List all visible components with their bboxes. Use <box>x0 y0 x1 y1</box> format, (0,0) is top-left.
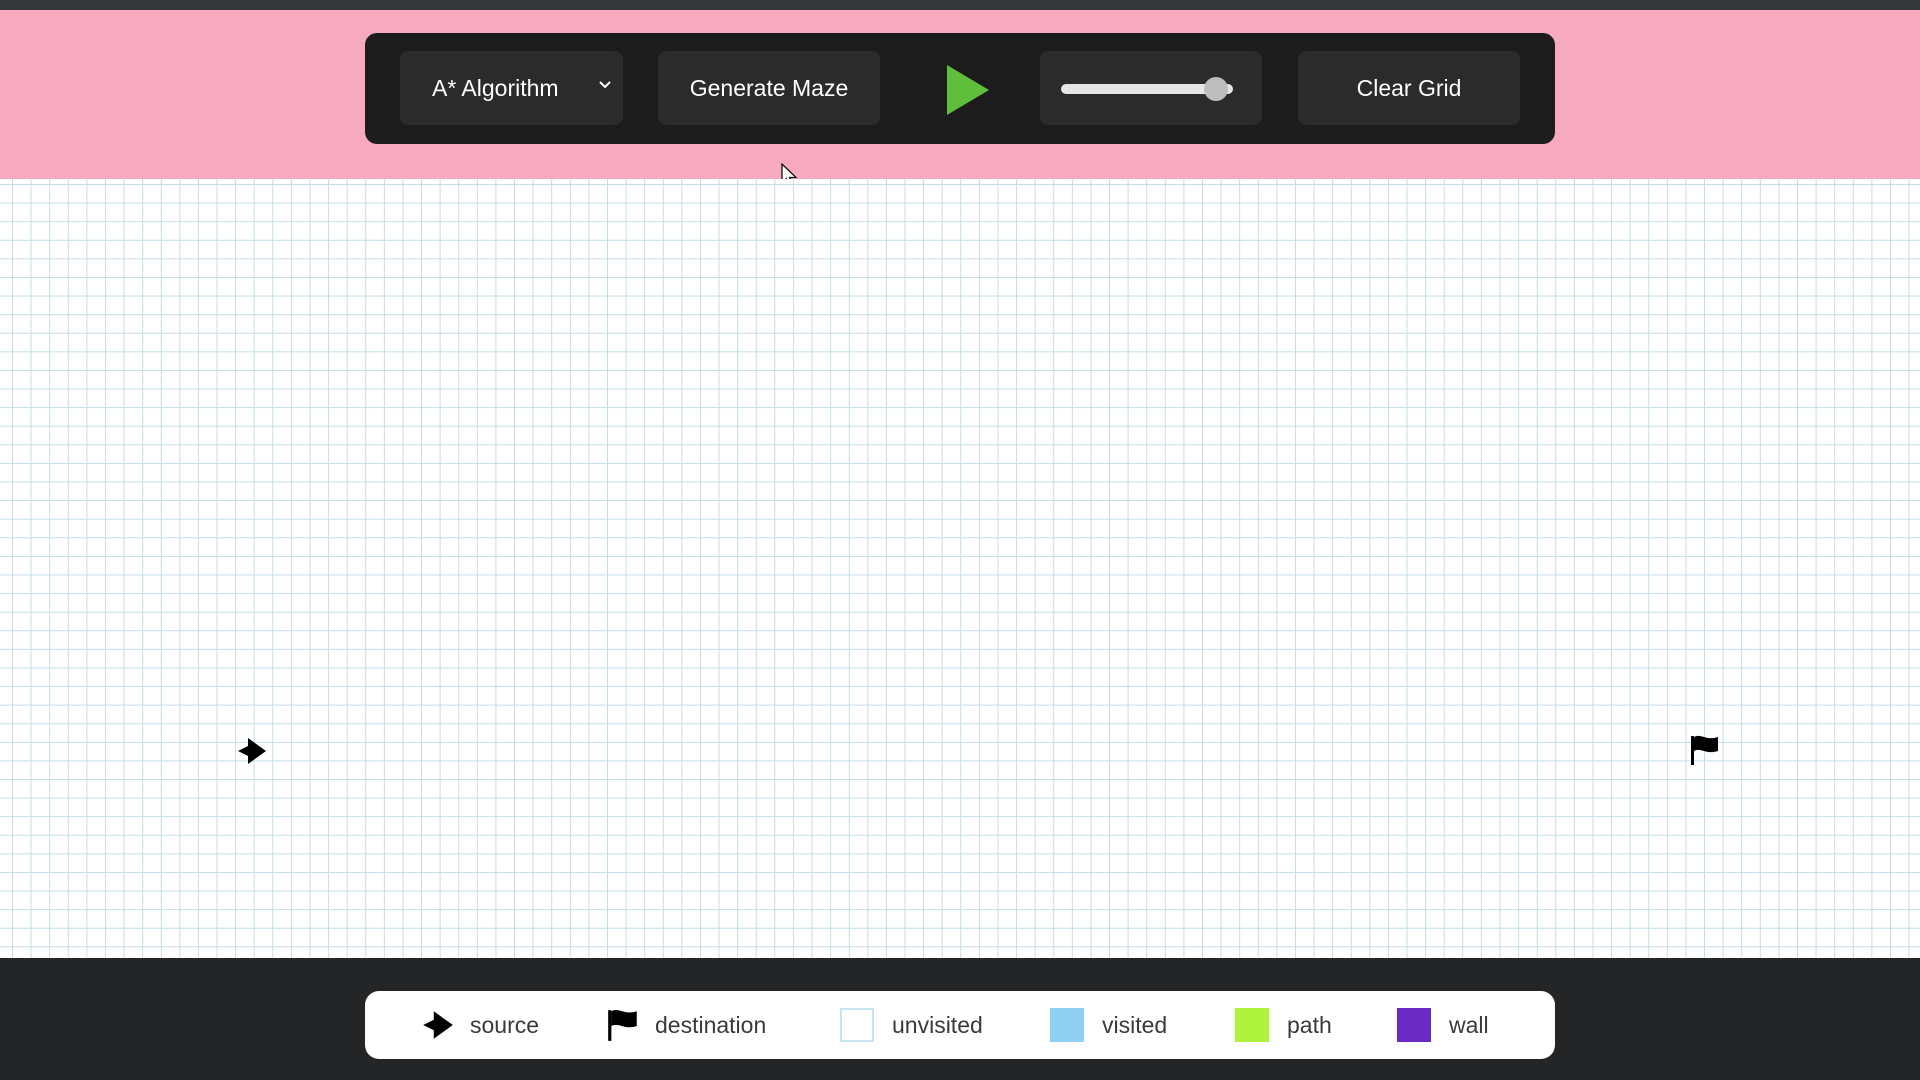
visited-swatch <box>1050 1008 1084 1042</box>
speed-slider[interactable] <box>1040 51 1262 125</box>
legend-item-visited: visited <box>1050 991 1167 1059</box>
legend-label-wall: wall <box>1449 1011 1489 1038</box>
source-node-icon[interactable] <box>235 734 269 768</box>
legend-label-source: source <box>470 1011 540 1038</box>
header: A* Algorithm Generate Maze Clear Grid <box>0 10 1920 187</box>
footer: source destination unvisited visited pat… <box>0 958 1920 1080</box>
destination-node-icon[interactable] <box>1689 733 1721 767</box>
legend-label-destination: destination <box>655 1011 767 1038</box>
chevron-down-icon <box>599 81 611 89</box>
pathfinding-grid[interactable] <box>0 179 1920 958</box>
legend-label-visited: visited <box>1102 1011 1168 1038</box>
legend: source destination unvisited visited pat… <box>365 991 1555 1059</box>
legend-item-unvisited: unvisited <box>840 991 983 1059</box>
algorithm-select[interactable]: A* Algorithm <box>400 51 623 125</box>
speed-slider-thumb[interactable] <box>1203 77 1228 101</box>
legend-label-path: path <box>1287 1011 1332 1038</box>
legend-item-destination: destination <box>605 991 766 1059</box>
path-swatch <box>1235 1008 1269 1042</box>
flag-icon <box>608 1010 637 1041</box>
wall-swatch <box>1397 1008 1431 1042</box>
clear-grid-button[interactable]: Clear Grid <box>1298 51 1520 125</box>
legend-label-unvisited: unvisited <box>892 1011 983 1038</box>
clear-grid-label: Clear Grid <box>1356 74 1462 101</box>
arrow-icon <box>423 1011 453 1039</box>
play-button[interactable] <box>943 63 993 117</box>
algorithm-select-label: A* Algorithm <box>432 74 559 101</box>
unvisited-swatch <box>840 1008 874 1042</box>
generate-maze-label: Generate Maze <box>689 74 849 101</box>
legend-item-wall: wall <box>1397 991 1489 1059</box>
play-icon <box>947 65 989 115</box>
generate-maze-button[interactable]: Generate Maze <box>658 51 880 125</box>
legend-item-path: path <box>1235 991 1332 1059</box>
legend-item-source: source <box>420 991 539 1059</box>
toolbar: A* Algorithm Generate Maze Clear Grid <box>365 33 1555 144</box>
window-top-strip <box>0 0 1920 10</box>
